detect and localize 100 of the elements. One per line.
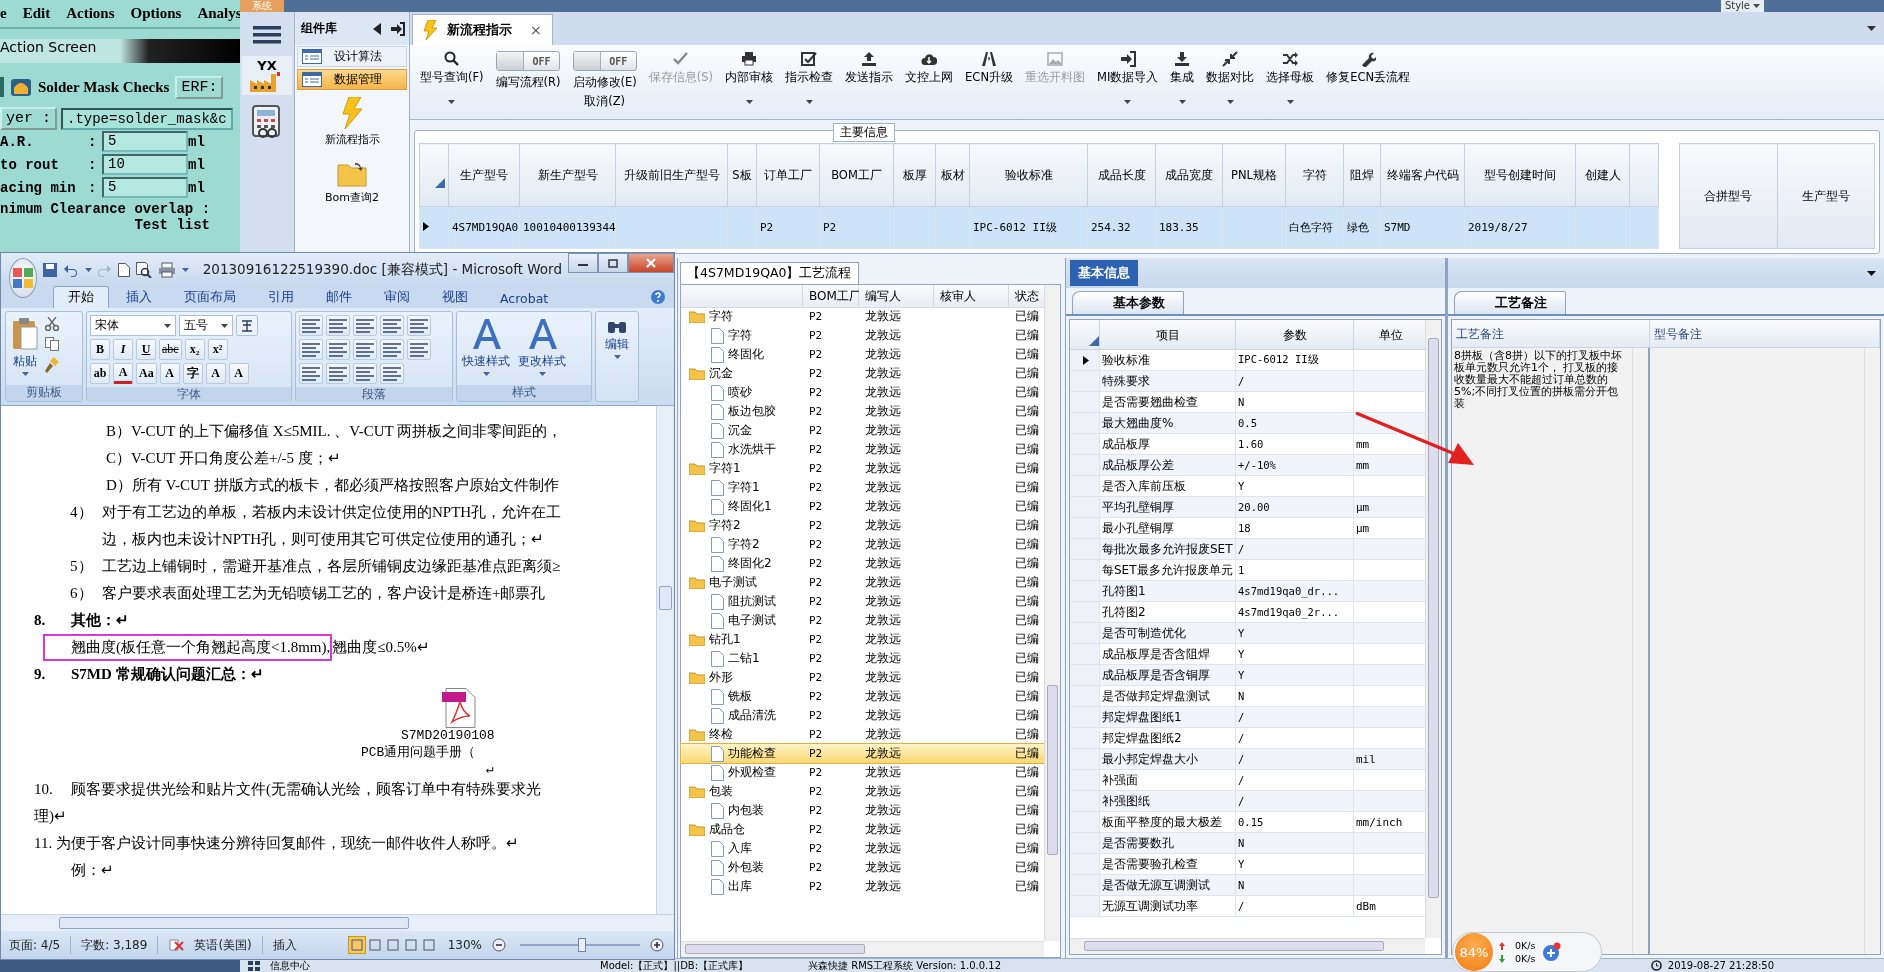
- format-button[interactable]: x²: [207, 339, 228, 360]
- tree-row[interactable]: 喷砂 P2 龙敦远 已编: [681, 383, 1044, 402]
- dropdown-icon[interactable]: [1867, 26, 1876, 31]
- scrollbar[interactable]: [1070, 938, 1425, 954]
- menu-item[interactable]: Options: [130, 5, 182, 22]
- tree-row[interactable]: 终固化1 P2 龙敦远 已编: [681, 497, 1044, 516]
- scrollbar[interactable]: [1044, 285, 1060, 941]
- section-tab[interactable]: 基本参数: [1072, 291, 1184, 314]
- format-button[interactable]: B: [90, 339, 110, 360]
- tree-row[interactable]: 终检 P2 龙敦远 已编: [681, 725, 1044, 744]
- format-button[interactable]: A: [113, 363, 133, 384]
- tree-row[interactable]: 成品清洗 P2 龙敦远 已编: [681, 706, 1044, 725]
- tree-row[interactable]: 终固化2 P2 龙敦远 已编: [681, 554, 1044, 573]
- save-icon[interactable]: [42, 262, 57, 277]
- tree-row[interactable]: 字符 P2 龙敦远 已编: [681, 307, 1044, 326]
- panel-tab[interactable]: 基本信息: [1070, 260, 1138, 286]
- quick-styles-button[interactable]: 快速样式: [460, 315, 512, 382]
- scissors-icon[interactable]: [45, 317, 59, 331]
- ribbon-tab[interactable]: 插入: [111, 286, 167, 308]
- library-item[interactable]: Bom查询2: [325, 190, 379, 205]
- print-preview-icon[interactable]: [135, 261, 152, 278]
- format-button[interactable]: x₂: [184, 339, 205, 360]
- format-button[interactable]: abc: [159, 339, 182, 360]
- library-group[interactable]: 数据管理: [297, 69, 407, 90]
- dropdown-icon[interactable]: [1867, 270, 1876, 276]
- tree-row[interactable]: 字符2 P2 龙敦远 已编: [681, 535, 1044, 554]
- ribbon-tab[interactable]: 审阅: [369, 286, 425, 308]
- toolbar-button[interactable]: 修复ECN丢流程: [1320, 49, 1417, 115]
- font-name-field[interactable]: 宋体: [90, 315, 176, 336]
- tree-row[interactable]: 功能检查 P2 龙敦远 已编: [681, 744, 1044, 763]
- paste-button[interactable]: 粘贴: [9, 315, 41, 382]
- numbered-list-button[interactable]: [326, 315, 350, 336]
- menu-item[interactable]: Actions: [66, 5, 115, 22]
- menu-item[interactable]: Edit: [22, 5, 51, 22]
- factory-logo[interactable]: YX: [242, 56, 292, 95]
- tree-row[interactable]: 外观检查 P2 龙敦远 已编: [681, 763, 1044, 782]
- tree-row[interactable]: 字符1 P2 龙敦远 已编: [681, 459, 1044, 478]
- format-button[interactable]: A: [159, 363, 180, 384]
- ribbon-tab[interactable]: 视图: [427, 286, 483, 308]
- toolbar-button[interactable]: 内部审核: [719, 49, 780, 115]
- view-buttons-icon[interactable]: [347, 936, 438, 954]
- change-styles-button[interactable]: 更改样式: [516, 315, 568, 382]
- help-icon[interactable]: [650, 289, 666, 305]
- tree-row[interactable]: 入库 P2 龙敦远 已编: [681, 839, 1044, 858]
- tree-row[interactable]: 字符1 P2 龙敦远 已编: [681, 478, 1044, 497]
- collapse-left-icon[interactable]: [373, 22, 381, 35]
- menu-icon[interactable]: [253, 24, 281, 46]
- toolbar-button[interactable]: 数据对比: [1200, 49, 1261, 115]
- copy-icon[interactable]: [45, 337, 59, 351]
- toolbar-button[interactable]: 集成: [1164, 49, 1201, 115]
- calculator-icon[interactable]: [251, 105, 283, 139]
- input-field[interactable]: 10: [102, 154, 188, 175]
- shading-button[interactable]: [299, 363, 323, 384]
- tree-row[interactable]: 终固化 P2 龙敦远 已编: [681, 345, 1044, 364]
- new-document-icon[interactable]: [117, 262, 130, 277]
- align-left-button[interactable]: [299, 339, 323, 360]
- tree-row[interactable]: 沉金 P2 龙敦远 已编: [681, 421, 1044, 440]
- spelling-check-icon[interactable]: [168, 938, 185, 952]
- tree-row[interactable]: 字符2 P2 龙敦远 已编: [681, 516, 1044, 535]
- phonetic-guide-icon[interactable]: [236, 315, 258, 336]
- library-group[interactable]: 设计算法: [297, 46, 407, 67]
- add-icon[interactable]: [1541, 942, 1562, 962]
- document-tab[interactable]: 新流程指示 ×: [412, 14, 553, 45]
- format-button[interactable]: ab: [90, 363, 110, 384]
- tree-row[interactable]: 阻抗测试 P2 龙敦远 已编: [681, 592, 1044, 611]
- maximize-button[interactable]: [598, 253, 628, 273]
- minimize-button[interactable]: [568, 253, 598, 273]
- toggle-switch[interactable]: OFF: [496, 51, 561, 71]
- border-button[interactable]: [326, 363, 350, 384]
- format-button[interactable]: 字: [182, 363, 203, 384]
- panel-tab[interactable]: 【4S7MD19QA0】工艺流程: [680, 262, 859, 284]
- format-button[interactable]: A: [228, 363, 249, 384]
- ribbon-tab[interactable]: 页面布局: [169, 286, 251, 308]
- zoom-out-icon[interactable]: [492, 938, 506, 952]
- layer-field[interactable]: .type=solder_mask&c: [61, 107, 233, 130]
- brush-icon[interactable]: [45, 357, 59, 373]
- tree-row[interactable]: 二钻1 P2 龙敦远 已编: [681, 649, 1044, 668]
- format-button[interactable]: U: [136, 339, 156, 360]
- tree-row[interactable]: 字符 P2 龙敦远 已编: [681, 326, 1044, 345]
- format-button[interactable]: A: [205, 363, 226, 384]
- sort-button[interactable]: [353, 363, 377, 384]
- ribbon-tab[interactable]: Acrobat: [485, 288, 564, 308]
- library-item[interactable]: 新流程指示: [324, 132, 380, 147]
- ribbon-tab[interactable]: 开始: [53, 286, 109, 308]
- scrollbar[interactable]: [681, 941, 1044, 957]
- tree-row[interactable]: 内包装 P2 龙敦远 已编: [681, 801, 1044, 820]
- ribbon-tab[interactable]: 邮件: [311, 286, 367, 308]
- office-button[interactable]: [9, 257, 37, 298]
- section-tab[interactable]: 工艺备注: [1454, 291, 1566, 314]
- scrollbar[interactable]: [1, 914, 674, 931]
- multilevel-list-button[interactable]: [353, 315, 377, 336]
- format-button[interactable]: Aa: [136, 363, 157, 384]
- tree-row[interactable]: 板边包胶 P2 龙敦远 已编: [681, 402, 1044, 421]
- indent-button[interactable]: [380, 315, 404, 336]
- line-spacing-button[interactable]: [407, 339, 431, 360]
- tree-row[interactable]: 钻孔1 P2 龙敦远 已编: [681, 630, 1044, 649]
- toolbar-button[interactable]: 发送指示: [839, 49, 900, 115]
- scrollbar[interactable]: [1425, 320, 1441, 938]
- scrollbar[interactable]: [656, 406, 674, 914]
- font-size-field[interactable]: 五号: [179, 315, 233, 336]
